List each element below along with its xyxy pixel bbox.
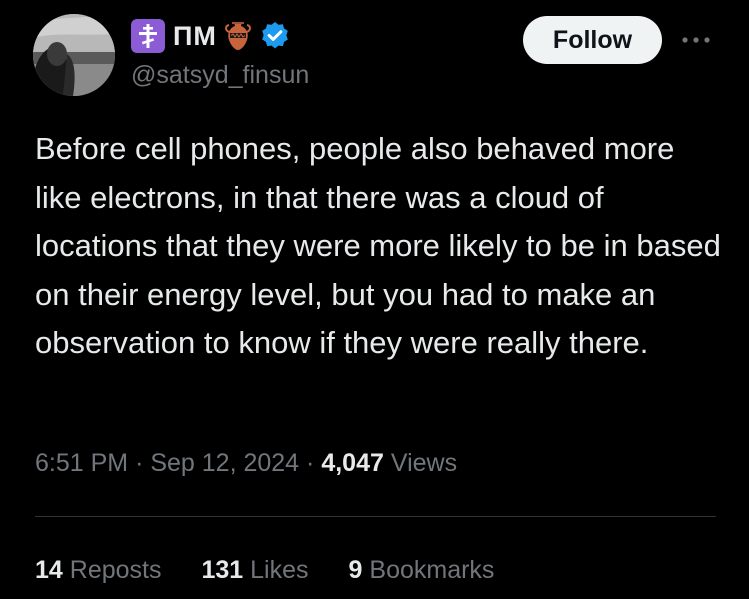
tweet-card: ПМ @satsyd_finsun Follow Before cell pho… xyxy=(0,0,749,599)
author-handle[interactable]: @satsyd_finsun xyxy=(131,60,309,90)
views-label: Views xyxy=(390,449,458,477)
meta-separator: · xyxy=(306,449,322,477)
engagement-stats: 14 Reposts 131 Likes 9 Bookmarks xyxy=(35,553,494,587)
tweet-meta: 6:51 PM · Sep 12, 2024 · 4,047 Views xyxy=(35,446,457,480)
avatar[interactable] xyxy=(33,14,115,96)
author-name-row[interactable]: ПМ xyxy=(131,18,291,54)
reposts-stat[interactable]: 14 Reposts xyxy=(35,553,161,587)
reposts-count: 14 xyxy=(35,556,63,584)
reposts-label: Reposts xyxy=(69,556,162,584)
amphora-icon xyxy=(224,20,251,52)
views-count: 4,047 xyxy=(321,449,384,477)
meta-separator: · xyxy=(135,449,151,477)
tweet-date[interactable]: Sep 12, 2024 xyxy=(150,449,299,477)
tweet-text: Before cell phones, people also behaved … xyxy=(35,131,721,360)
likes-stat[interactable]: 131 Likes xyxy=(201,553,308,587)
avatar-image xyxy=(33,14,115,96)
more-icon[interactable] xyxy=(678,26,714,54)
follow-button[interactable]: Follow xyxy=(523,16,662,64)
divider xyxy=(35,516,716,517)
bookmarks-label: Bookmarks xyxy=(369,556,495,584)
verified-icon[interactable] xyxy=(259,20,291,52)
bookmarks-count: 9 xyxy=(348,556,363,584)
likes-count: 131 xyxy=(201,556,244,584)
tweet-time[interactable]: 6:51 PM xyxy=(35,449,128,477)
orthodox-cross-icon xyxy=(131,19,165,53)
bookmarks-stat[interactable]: 9 Bookmarks xyxy=(349,553,495,587)
likes-label: Likes xyxy=(250,556,309,584)
display-name: ПМ xyxy=(173,20,217,51)
